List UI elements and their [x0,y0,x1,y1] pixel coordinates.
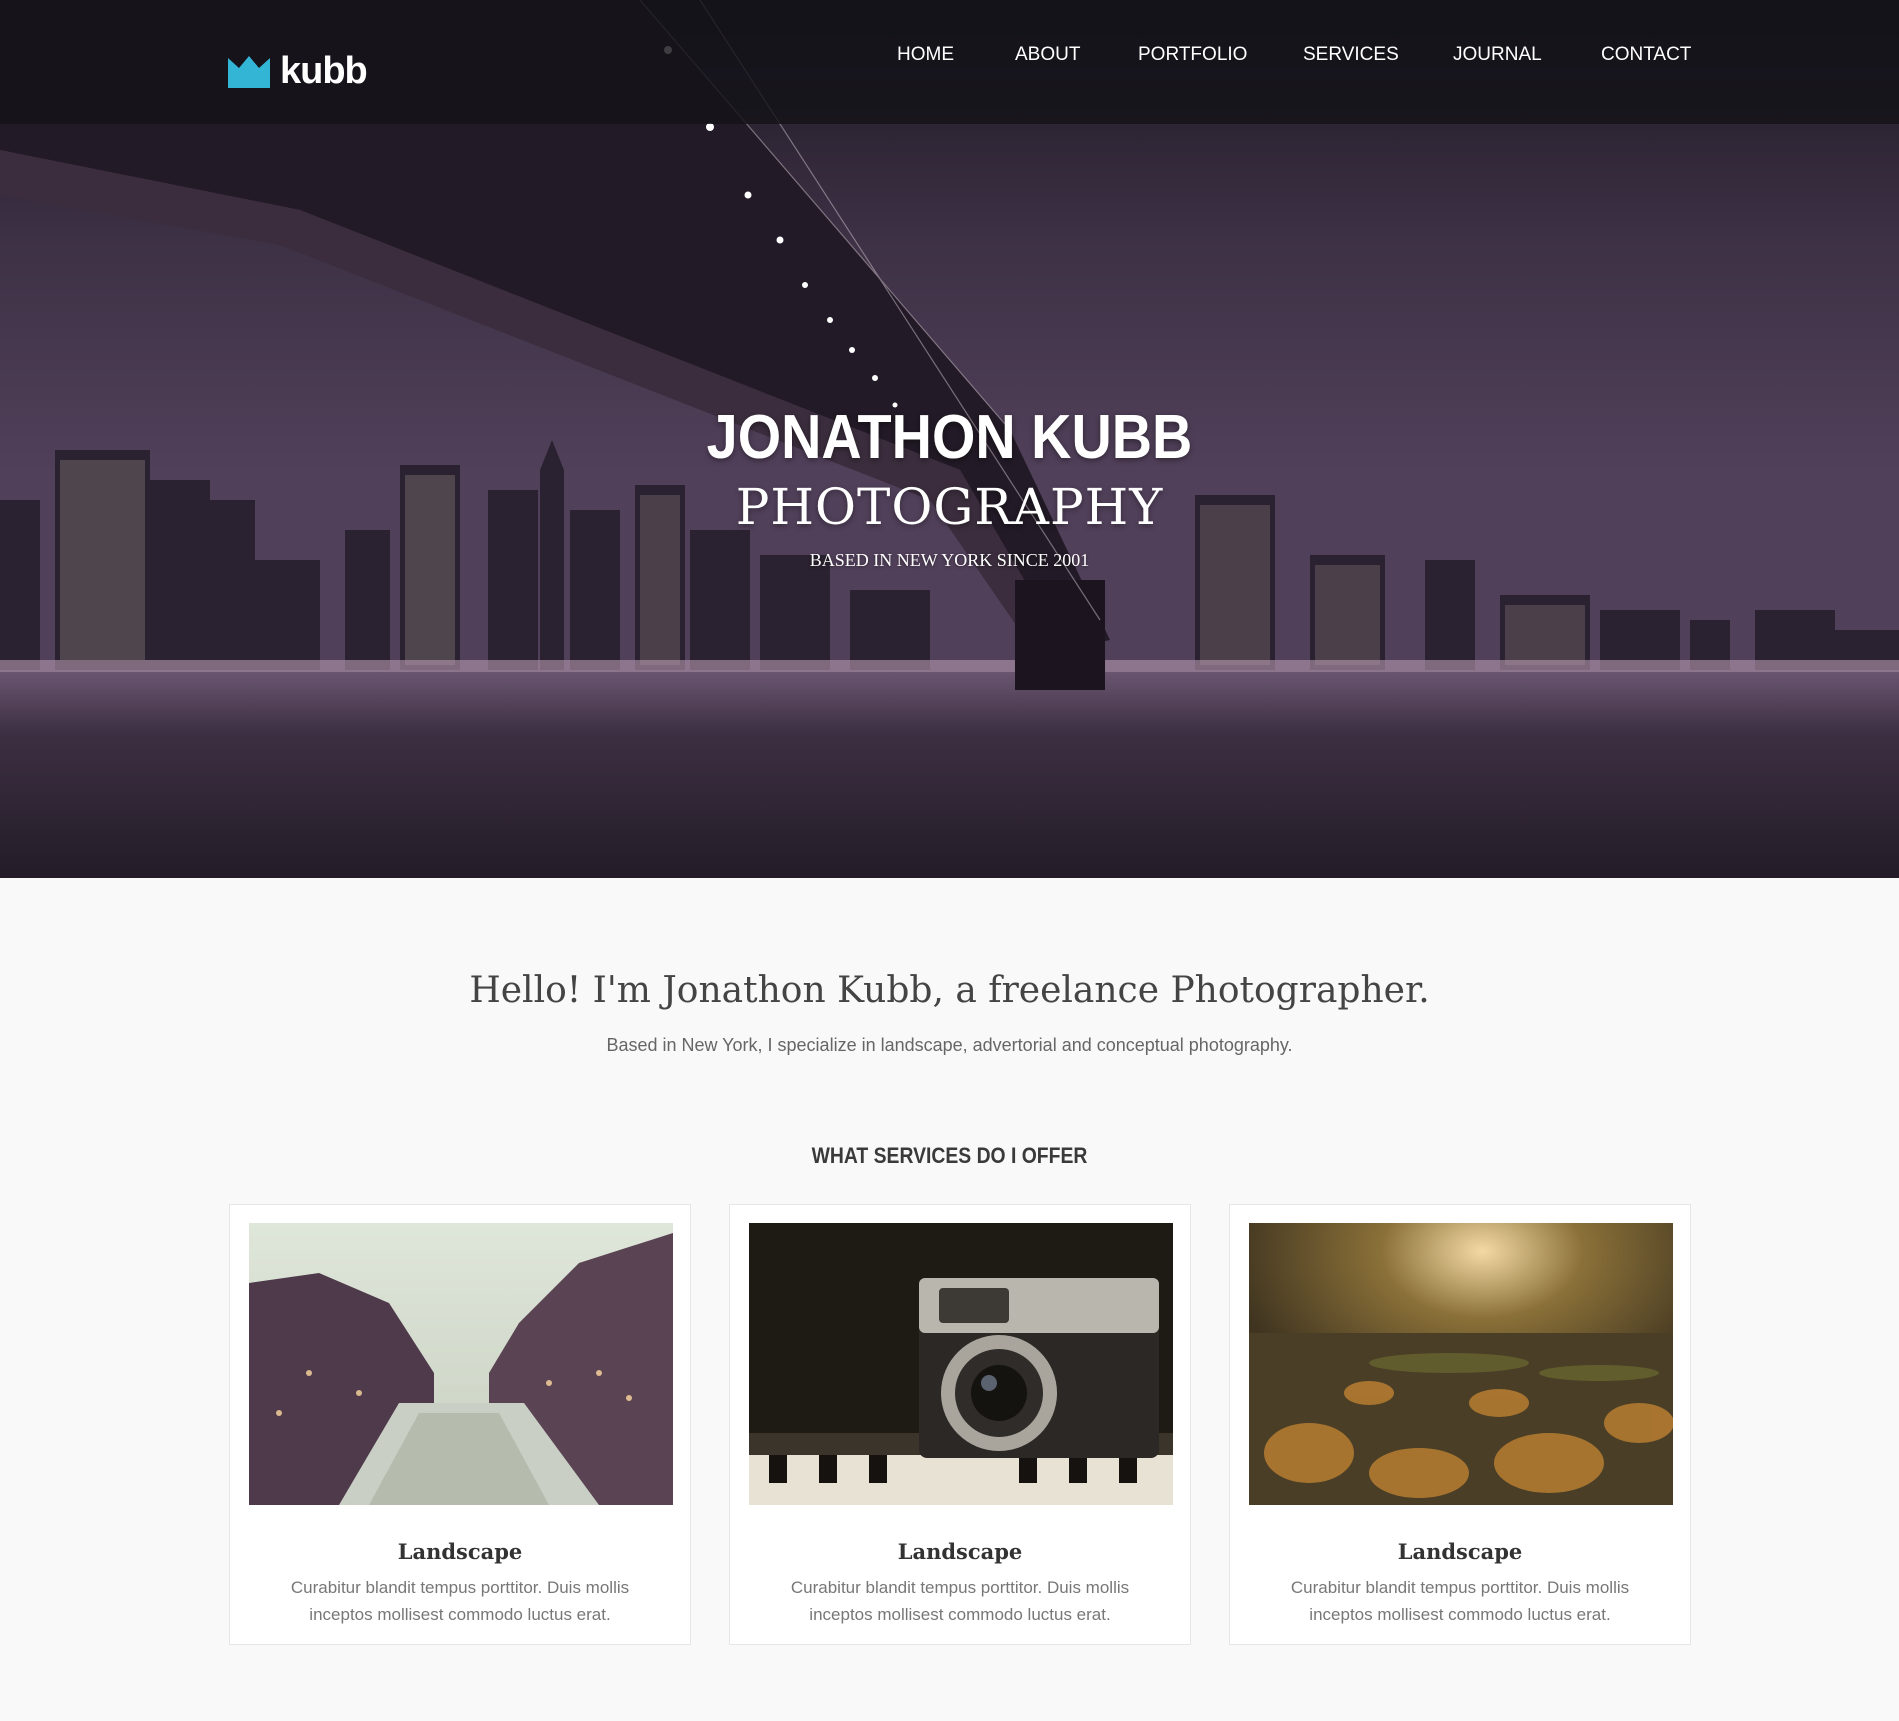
nav-item-contact[interactable]: CONTACT [1601,44,1691,66]
top-navigation-bar: kubb HOME ABOUT PORTFOLIO SERVICES JOURN… [0,0,1899,124]
card-image-canal [249,1223,673,1505]
nav-item-home[interactable]: HOME [897,44,954,66]
hero-title: JONATHON KUBB [706,403,1193,472]
intro-text: Based in New York, I specialize in lands… [606,1035,1293,1055]
services-heading: WHAT SERVICES DO I OFFER [811,1143,1088,1168]
hero-subtitle: PHOTOGRAPHY [735,478,1164,536]
service-card[interactable]: Landscape Curabitur blandit tempus portt… [729,1204,1191,1645]
hero-section: kubb HOME ABOUT PORTFOLIO SERVICES JOURN… [0,0,1899,878]
card-image-leaves [1249,1223,1673,1505]
hero-tagline: BASED IN NEW YORK SINCE 2001 [809,550,1090,570]
card-text: Curabitur blandit tempus porttitor. Duis… [790,1578,1130,1624]
service-card[interactable]: Landscape Curabitur blandit tempus portt… [229,1204,691,1645]
nav-item-portfolio[interactable]: PORTFOLIO [1138,44,1247,66]
intro-heading: Hello! I'm Jonathon Kubb, a freelance Ph… [469,970,1430,1011]
nav-item-journal[interactable]: JOURNAL [1453,44,1542,66]
nav-item-about[interactable]: ABOUT [1015,44,1080,66]
card-image-camera [749,1223,1173,1505]
card-title: Landscape [397,1539,523,1564]
card-title: Landscape [897,1539,1023,1564]
card-text: Curabitur blandit tempus porttitor. Duis… [290,1578,630,1624]
card-title: Landscape [1397,1539,1523,1564]
nav-item-services[interactable]: SERVICES [1303,44,1399,66]
service-card[interactable]: Landscape Curabitur blandit tempus portt… [1229,1204,1691,1645]
main-nav: HOME ABOUT PORTFOLIO SERVICES JOURNAL CO… [0,44,1899,74]
card-text: Curabitur blandit tempus porttitor. Duis… [1290,1578,1630,1624]
